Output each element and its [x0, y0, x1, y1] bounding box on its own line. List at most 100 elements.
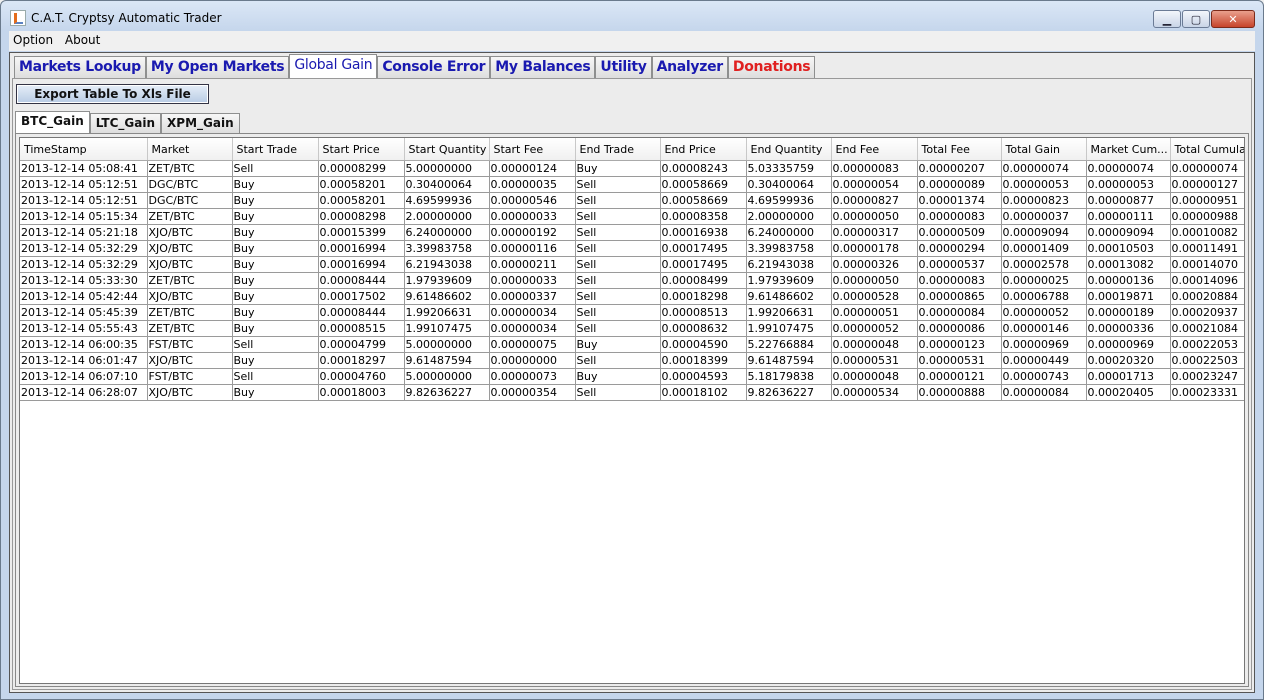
table-cell: 0.00000823	[1001, 192, 1087, 209]
table-row[interactable]: 2013-12-14 06:28:07 XJO/BTC Buy 0.00018003 9…	[20, 384, 1244, 401]
tab-my-open-markets[interactable]: My Open Markets	[145, 56, 290, 79]
table-cell: 0.00020405	[1086, 384, 1171, 401]
table-cell: 3.39983758	[746, 240, 832, 257]
table-cell: 0.00000537	[917, 256, 1002, 273]
table-row[interactable]: 2013-12-14 05:12:51 DGC/BTC Buy 0.00058201 0…	[20, 176, 1244, 193]
table-cell: Sell	[575, 240, 661, 257]
column-header[interactable]: Total Fee	[917, 138, 1002, 161]
table-cell: XJO/BTC	[147, 288, 233, 305]
column-header[interactable]: End Quantity	[746, 138, 832, 161]
table-cell: 0.00000969	[1001, 336, 1087, 353]
table-row[interactable]: 2013-12-14 05:32:29 XJO/BTC Buy 0.00016994 6…	[20, 256, 1244, 273]
table-cell: 0.00000865	[917, 288, 1002, 305]
table-cell: 6.24000000	[404, 224, 490, 241]
table-cell: 9.61486602	[404, 288, 490, 305]
column-header[interactable]: Market Cum...	[1086, 138, 1171, 161]
minimize-button[interactable]: ▁	[1153, 10, 1181, 28]
column-header[interactable]: Total Cumula...	[1170, 138, 1244, 161]
table-cell: 3.39983758	[404, 240, 490, 257]
gain-table: TimeStamp Market Start Trade Start Price Sta…	[20, 138, 1244, 401]
table-row[interactable]: 2013-12-14 05:08:41 ZET/BTC Sell 0.00008299…	[20, 160, 1244, 177]
table-row[interactable]: 2013-12-14 06:07:10 FST/BTC Sell 0.00004760…	[20, 368, 1244, 385]
table-row[interactable]: 2013-12-14 05:42:44 XJO/BTC Buy 0.00017502 9…	[20, 288, 1244, 305]
table-cell: 0.00000317	[831, 224, 918, 241]
column-header[interactable]: End Trade	[575, 138, 661, 161]
table-cell: 0.00001409	[1001, 240, 1087, 257]
table-cell: 0.00000546	[489, 192, 576, 209]
table-row[interactable]: 2013-12-14 05:15:34 ZET/BTC Buy 0.00008298 2…	[20, 208, 1244, 225]
tab-ltc-gain[interactable]: LTC_Gain	[89, 113, 162, 134]
table-cell: ZET/BTC	[147, 320, 233, 337]
column-header[interactable]: Start Fee	[489, 138, 576, 161]
column-header[interactable]: Start Quantity	[404, 138, 490, 161]
table-cell: 0.00018297	[318, 352, 405, 369]
table-cell: 0.00000531	[917, 352, 1002, 369]
table-cell: XJO/BTC	[147, 384, 233, 401]
tab-xpm-gain[interactable]: XPM_Gain	[161, 113, 240, 134]
table-cell: 0.00000050	[831, 208, 918, 225]
table-row[interactable]: 2013-12-14 05:55:43 ZET/BTC Buy 0.00008515 1…	[20, 320, 1244, 337]
table-row[interactable]: 2013-12-14 05:21:18 XJO/BTC Buy 0.00015399 6…	[20, 224, 1244, 241]
table-cell: 0.00022503	[1170, 352, 1244, 369]
table-cell: 0.00000089	[917, 176, 1002, 193]
table-cell: 0.00008298	[318, 208, 405, 225]
table-row[interactable]: 2013-12-14 05:45:39 ZET/BTC Buy 0.00008444 1…	[20, 304, 1244, 321]
table-cell: 0.00001374	[917, 192, 1002, 209]
table-cell: 0.00008515	[318, 320, 405, 337]
table-row[interactable]: 2013-12-14 05:12:51 DGC/BTC Buy 0.00058201 4…	[20, 192, 1244, 209]
tab-analyzer[interactable]: Analyzer	[651, 56, 728, 79]
tab-markets-lookup[interactable]: Markets Lookup	[14, 56, 146, 79]
close-icon: ✕	[1228, 12, 1238, 26]
table-row[interactable]: 2013-12-14 06:01:47 XJO/BTC Buy 0.00018297 9…	[20, 352, 1244, 369]
table-cell: 0.00000048	[831, 336, 918, 353]
table-cell: Sell	[575, 224, 661, 241]
table-cell: 0.00000178	[831, 240, 918, 257]
table-row[interactable]: 2013-12-14 05:32:29 XJO/BTC Buy 0.00016994 3…	[20, 240, 1244, 257]
maximize-button[interactable]: ▢	[1182, 10, 1210, 28]
gain-table-scrollpane[interactable]: TimeStamp Market Start Trade Start Price Sta…	[19, 137, 1245, 684]
table-row[interactable]: 2013-12-14 05:33:30 ZET/BTC Buy 0.00008444 1…	[20, 272, 1244, 289]
table-cell: 2013-12-14 05:12:51	[20, 176, 148, 193]
tab-console-error[interactable]: Console Error	[377, 56, 491, 79]
table-cell: 0.00016994	[318, 256, 405, 273]
table-cell: 0.00000034	[489, 304, 576, 321]
column-header[interactable]: End Fee	[831, 138, 918, 161]
table-row[interactable]: 2013-12-14 06:00:35 FST/BTC Sell 0.00004799…	[20, 336, 1244, 353]
table-cell: 0.00000528	[831, 288, 918, 305]
table-cell: 0.00017495	[660, 256, 747, 273]
tab-utility[interactable]: Utility	[595, 56, 652, 79]
table-cell: 5.18179838	[746, 368, 832, 385]
table-cell: ZET/BTC	[147, 208, 233, 225]
table-cell: 0.00018102	[660, 384, 747, 401]
tab-btc-gain[interactable]: BTC_Gain	[15, 111, 90, 134]
column-header[interactable]: End Price	[660, 138, 747, 161]
table-cell: Buy	[232, 288, 319, 305]
menu-option[interactable]: Option	[9, 31, 57, 47]
export-xls-button[interactable]: Export Table To Xls File	[16, 84, 209, 104]
table-cell: 0.00000074	[1001, 160, 1087, 177]
table-cell: 0.00000051	[831, 304, 918, 321]
table-cell: 5.03335759	[746, 160, 832, 177]
table-cell: 0.00017495	[660, 240, 747, 257]
table-cell: 0.00000888	[917, 384, 1002, 401]
table-cell: DGC/BTC	[147, 176, 233, 193]
column-header[interactable]: Start Price	[318, 138, 405, 161]
tab-global-gain[interactable]: Global Gain	[289, 54, 378, 79]
table-cell: ZET/BTC	[147, 304, 233, 321]
table-cell: 0.00004590	[660, 336, 747, 353]
tab-donations[interactable]: Donations	[727, 56, 816, 79]
java-app-icon	[10, 10, 26, 26]
table-cell: 9.61487594	[404, 352, 490, 369]
tab-my-balances[interactable]: My Balances	[490, 56, 596, 79]
column-header[interactable]: Total Gain	[1001, 138, 1087, 161]
table-cell: Buy	[575, 160, 661, 177]
column-header[interactable]: TimeStamp	[20, 138, 148, 161]
title-bar[interactable]: C.A.T. Cryptsy Automatic Trader ▁ ▢ ✕	[1, 1, 1263, 31]
close-button[interactable]: ✕	[1211, 10, 1255, 28]
column-header[interactable]: Start Trade	[232, 138, 319, 161]
table-cell: 0.00000294	[917, 240, 1002, 257]
menu-about[interactable]: About	[61, 31, 104, 47]
column-header[interactable]: Market	[147, 138, 233, 161]
table-cell: 0.00000050	[831, 272, 918, 289]
table-cell: Sell	[232, 160, 319, 177]
